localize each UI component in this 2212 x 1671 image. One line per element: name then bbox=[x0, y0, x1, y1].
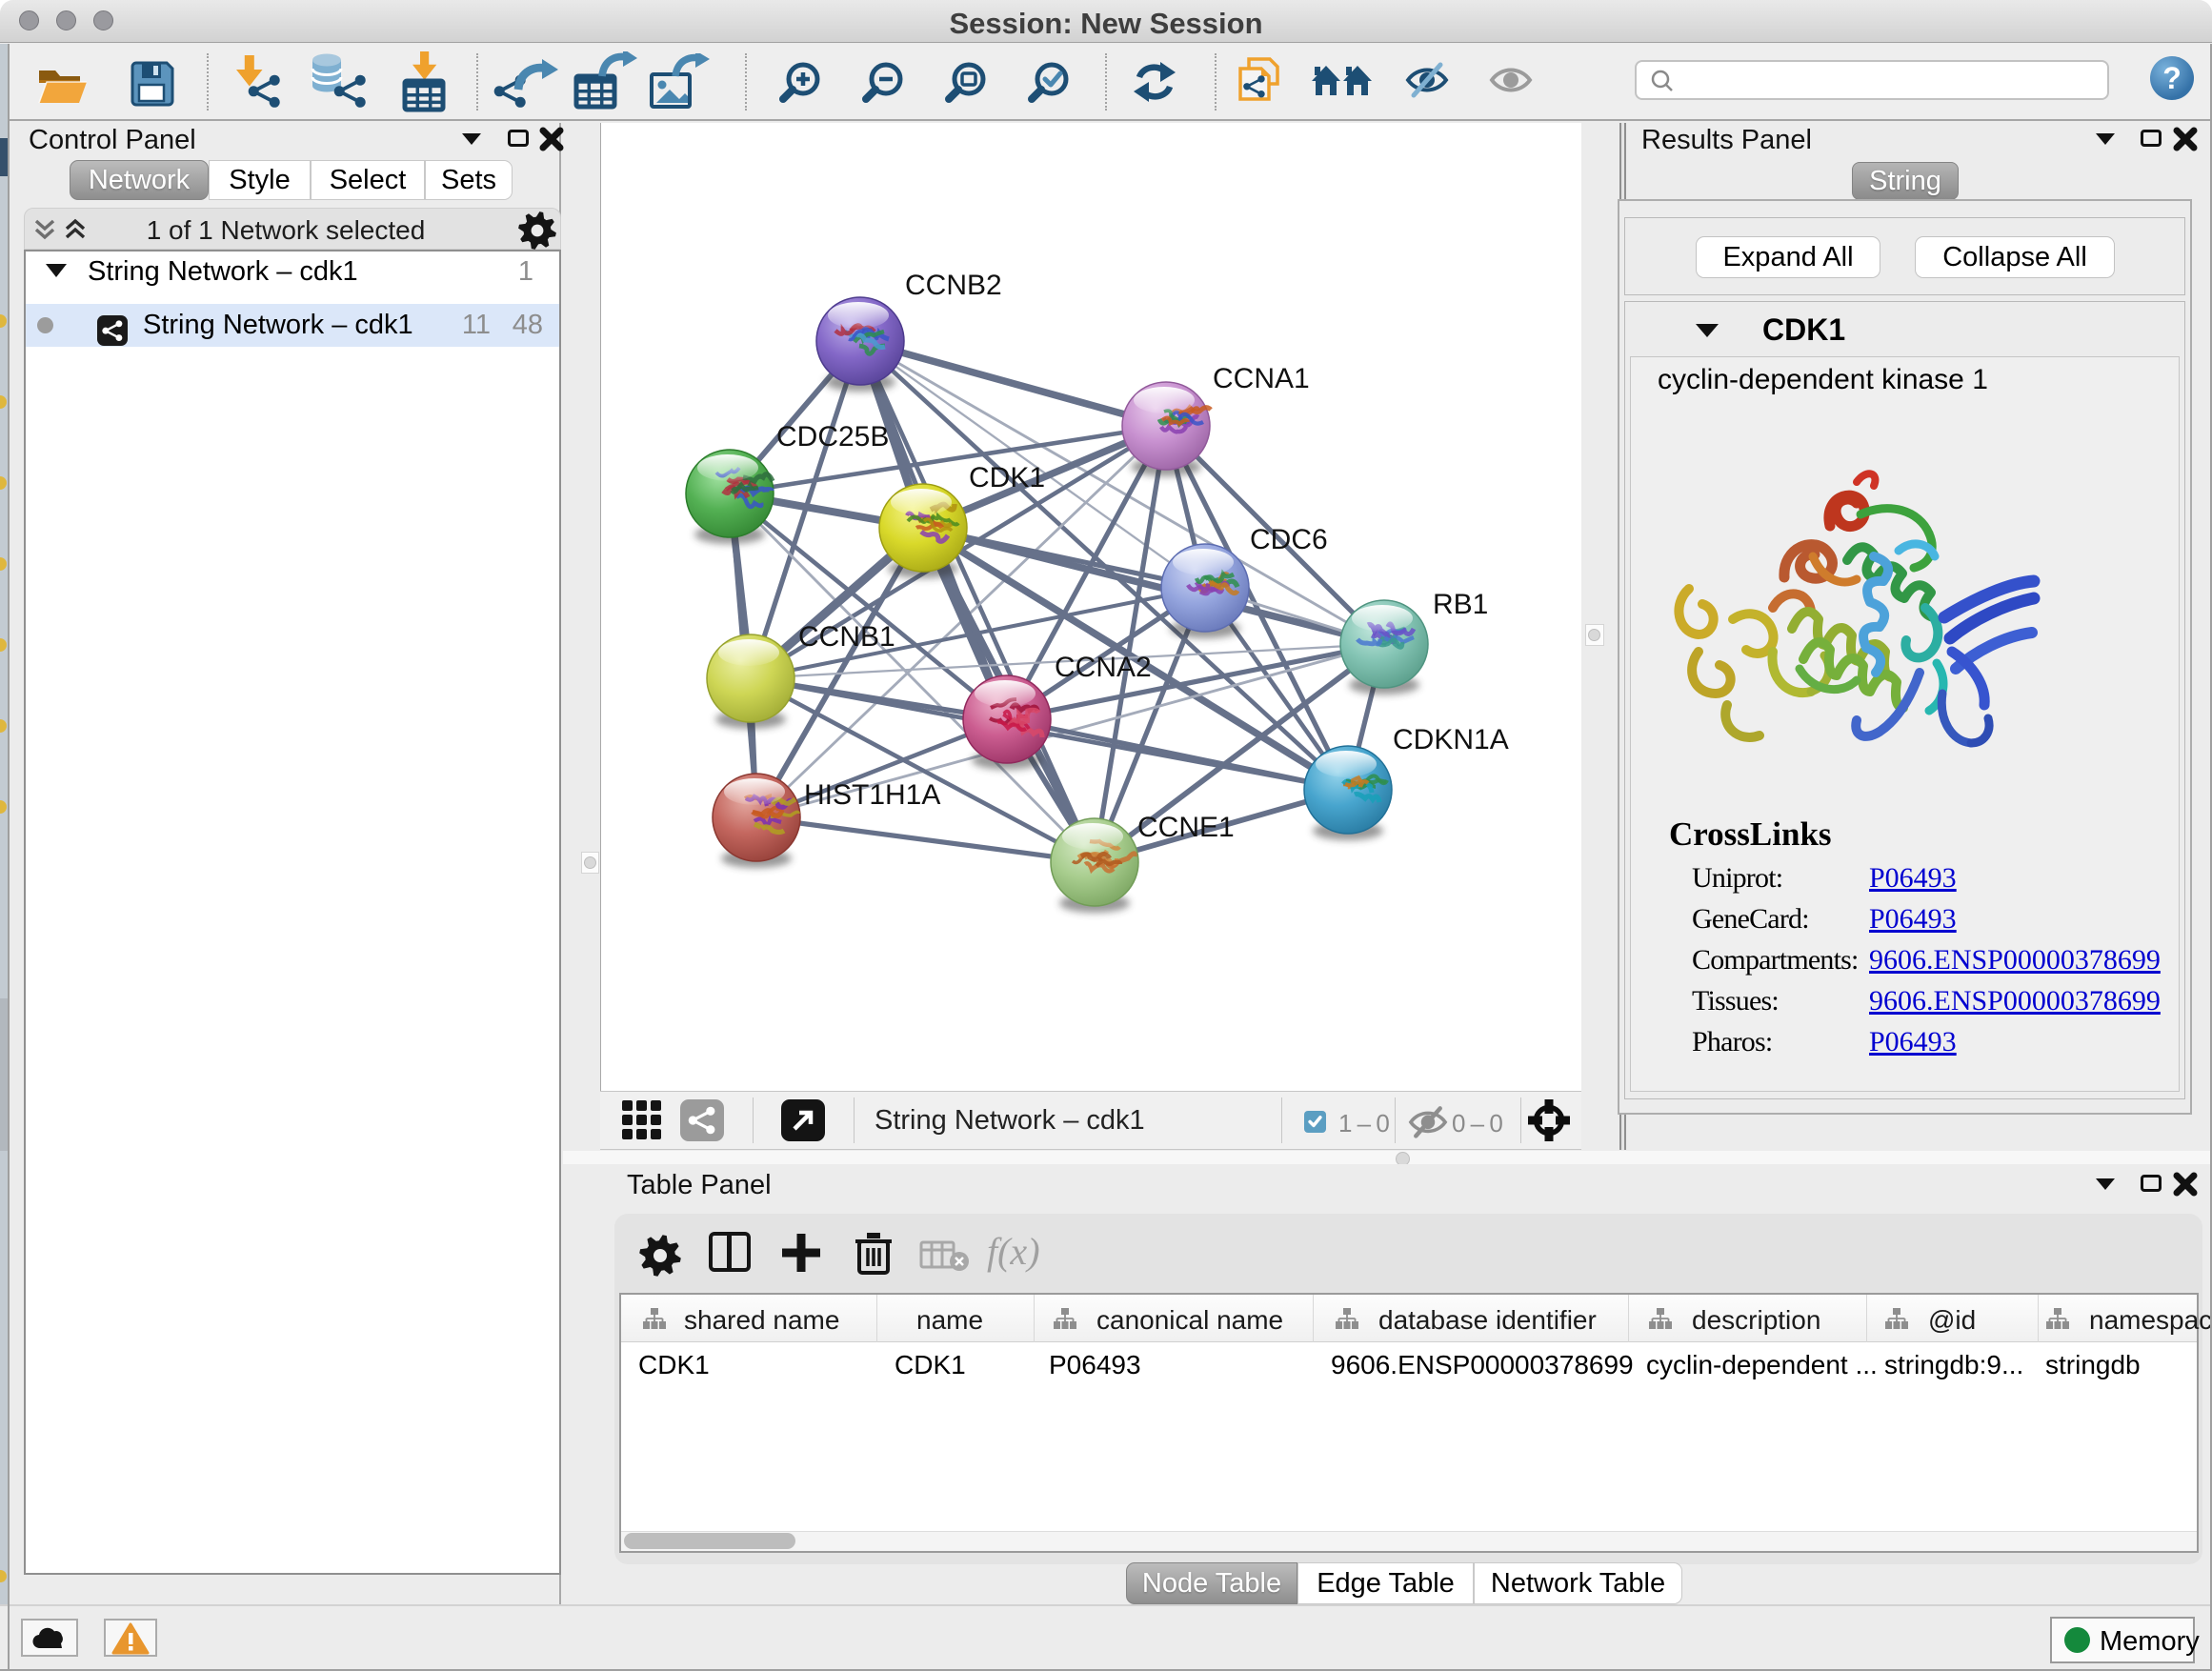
svg-text:CDKN1A: CDKN1A bbox=[1393, 724, 1509, 755]
svg-text:CCNB2: CCNB2 bbox=[905, 270, 1002, 301]
svg-text:CCNB1: CCNB1 bbox=[798, 621, 895, 653]
svg-text:CCNE1: CCNE1 bbox=[1137, 812, 1235, 843]
svg-text:CDC25B: CDC25B bbox=[776, 421, 889, 453]
svg-text:CDC6: CDC6 bbox=[1250, 524, 1328, 555]
svg-text:CCNA1: CCNA1 bbox=[1213, 363, 1310, 394]
svg-text:CCNA2: CCNA2 bbox=[1055, 652, 1152, 683]
svg-text:HIST1H1A: HIST1H1A bbox=[804, 779, 940, 811]
svg-text:CDK1: CDK1 bbox=[969, 462, 1045, 493]
svg-text:RB1: RB1 bbox=[1433, 589, 1488, 620]
